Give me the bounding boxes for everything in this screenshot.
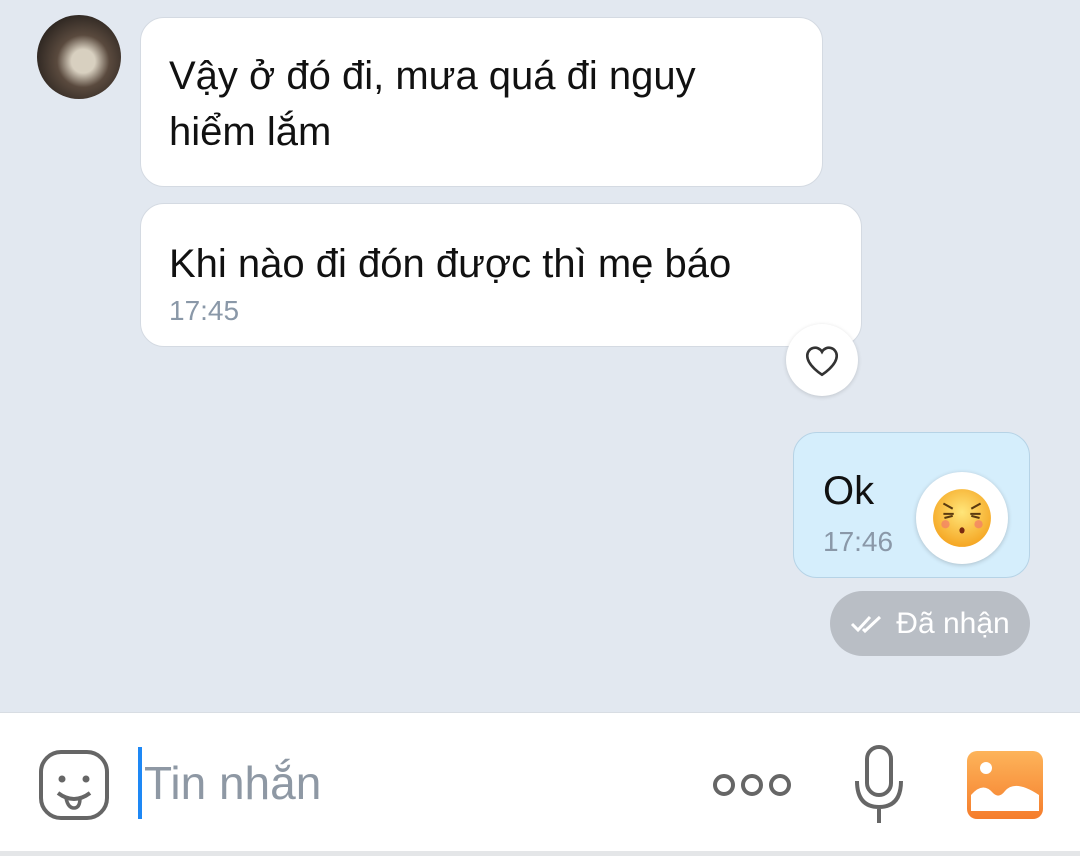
emoji-face-icon bbox=[933, 489, 991, 547]
microphone-icon bbox=[855, 745, 903, 823]
contact-avatar[interactable] bbox=[37, 15, 121, 99]
message-text: Vậy ở đó đi, mưa quá đi nguy hiểm lắm bbox=[169, 54, 696, 154]
send-photo-button[interactable] bbox=[967, 751, 1043, 824]
more-options-button[interactable] bbox=[712, 771, 792, 804]
composer-bar: Tin nhắn bbox=[0, 712, 1080, 856]
message-input[interactable]: Tin nhắn bbox=[138, 743, 321, 823]
message-text: Khi nào đi đón được thì mẹ báo bbox=[169, 242, 732, 286]
message-time: 17:45 bbox=[169, 295, 240, 326]
message-bubble-received[interactable]: Vậy ở đó đi, mưa quá đi nguy hiểm lắm bbox=[140, 17, 823, 187]
voice-record-button[interactable] bbox=[852, 743, 906, 832]
react-heart-button[interactable] bbox=[786, 324, 858, 396]
sticker-face-icon bbox=[39, 750, 109, 820]
status-text: Đã nhận bbox=[896, 606, 1010, 640]
double-check-icon bbox=[851, 615, 882, 633]
message-bubble-received[interactable]: Khi nào đi đón được thì mẹ báo 17:45 bbox=[140, 203, 862, 347]
image-icon bbox=[967, 751, 1043, 819]
message-input-placeholder: Tin nhắn bbox=[144, 757, 322, 809]
delivery-status-badge: Đã nhận bbox=[830, 591, 1030, 656]
more-dots-icon bbox=[713, 774, 791, 796]
heart-icon bbox=[805, 346, 839, 377]
sticker-button[interactable] bbox=[38, 749, 110, 821]
text-caret bbox=[138, 747, 142, 819]
reaction-emoji-button[interactable] bbox=[916, 472, 1008, 564]
